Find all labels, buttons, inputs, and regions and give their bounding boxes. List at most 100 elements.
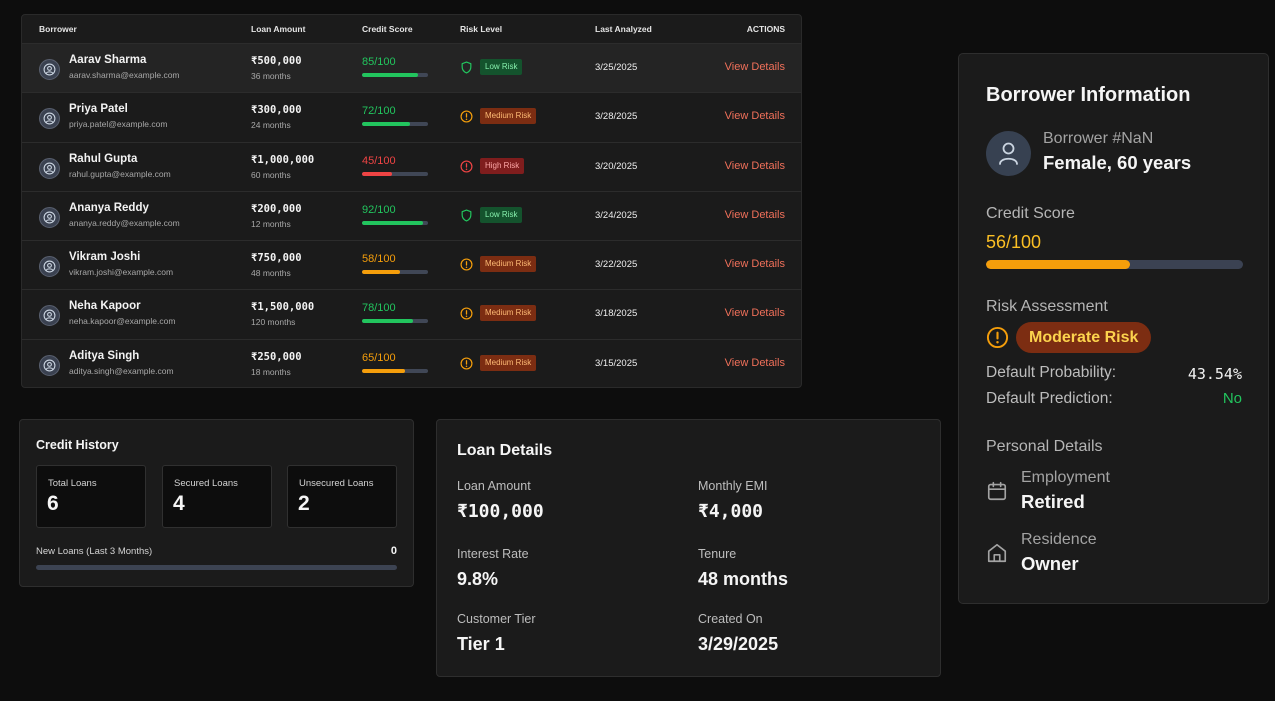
default-prediction-value: No [1222,390,1242,407]
borrower-name: Ananya Reddy [69,201,149,214]
view-details-link[interactable]: View Details [725,160,785,172]
view-details-link[interactable]: View Details [725,209,785,221]
header-borrower[interactable]: Borrower [39,24,77,34]
user-circle-icon [43,260,56,273]
credit-score-fill [362,270,401,275]
user-icon [999,142,1018,165]
stat-label: Total Loans [48,478,97,489]
risk-badge: Medium Risk [480,108,537,125]
stat-value: 2 [298,492,310,515]
header-credit-score[interactable]: Credit Score [362,24,413,34]
alert-circle-icon [460,357,473,370]
employment-label: Employment [1021,469,1110,486]
personal-details-label: Personal Details [986,438,1103,455]
header-loan-amount[interactable]: Loan Amount [251,24,305,34]
customer-tier-label: Customer Tier [457,612,536,626]
credit-score-fill [362,171,392,176]
credit-score-bar [362,220,428,225]
table-row[interactable]: Priya Patel priya.patel@example.com ₹300,0… [22,92,801,141]
risk-badge: Moderate Risk [1016,322,1152,353]
loan-details-title: Loan Details [457,442,553,459]
view-details-link[interactable]: View Details [725,307,785,319]
user-circle-icon [43,211,56,224]
avatar [39,354,60,376]
borrower-number: Borrower #NaN [1043,130,1154,147]
table-row[interactable]: Neha Kapoor neha.kapoor@example.com ₹1,500… [22,289,801,338]
credit-score-bar [362,270,428,275]
calendar-icon [987,481,1007,501]
shield-icon [460,209,473,222]
table-row[interactable]: Aditya Singh aditya.singh@example.com ₹250… [22,338,801,387]
loan-amount-value: ₹100,000 [457,501,544,522]
table-row[interactable]: Ananya Reddy ananya.reddy@example.com ₹200… [22,190,801,240]
loan-amount: ₹250,000 [251,350,302,363]
table-header: Borrower Loan Amount Credit Score Risk L… [22,15,801,43]
loan-amount: ₹750,000 [251,252,302,265]
borrower-name: Priya Patel [69,103,128,116]
shield-icon [460,61,473,74]
borrower-email: ananya.reddy@example.com [69,217,180,228]
stat-value: 6 [47,492,59,515]
loan-details-card: Loan Details Loan Amount ₹100,000 Monthl… [436,419,941,677]
user-circle-icon [43,112,56,125]
residence-label: Residence [1021,531,1097,548]
stat-value: 4 [173,492,185,515]
table-row[interactable]: Aarav Sharma aarav.sharma@example.com ₹500… [22,43,801,93]
credit-score-bar [362,319,428,324]
alert-circle-icon [460,160,473,173]
home-icon [987,543,1007,563]
credit-score: 58/100 [362,253,396,266]
new-loans-value: 0 [390,545,397,557]
borrowers-table: Borrower Loan Amount Credit Score Risk L… [21,14,802,388]
loan-term: 24 months [251,120,291,131]
header-risk-level[interactable]: Risk Level [460,24,502,34]
last-analyzed-date: 3/22/2025 [595,259,638,271]
new-loans-label: New Loans (Last 3 Months) [36,546,153,557]
credit-score-value: 56/100 [986,232,1042,252]
credit-score-bar [362,171,428,176]
loan-amount-label: Loan Amount [457,479,531,493]
avatar [39,256,60,278]
default-probability-value: 43.54% [1187,365,1242,383]
table-row[interactable]: Vikram Joshi vikram.joshi@example.com ₹750… [22,240,801,289]
view-details-link[interactable]: View Details [725,110,785,122]
borrower-email: aarav.sharma@example.com [69,70,180,80]
credit-score-bar [362,73,428,77]
created-on-label: Created On [698,612,763,626]
view-details-link[interactable]: View Details [725,357,785,369]
alert-circle-icon [460,110,473,123]
alert-circle-icon [460,258,473,271]
credit-score-bar [362,368,428,373]
monthly-emi-value: ₹4,000 [698,501,764,522]
credit-history-title: Credit History [36,438,119,452]
credit-history-card: Credit History Total Loans 6 Secured Loa… [19,419,414,587]
loan-term: 36 months [251,71,291,81]
new-loans-progress [36,565,397,570]
header-last-analyzed[interactable]: Last Analyzed [595,24,652,34]
last-analyzed-date: 3/25/2025 [595,62,638,73]
credit-score: 65/100 [362,351,396,364]
credit-score-fill [362,122,410,127]
table-row[interactable]: Rahul Gupta rahul.gupta@example.com ₹1,000… [22,141,801,191]
customer-tier-value: Tier 1 [457,634,505,654]
borrower-email: vikram.joshi@example.com [69,267,174,278]
avatar [39,206,60,228]
created-on-value: 3/29/2025 [698,634,779,654]
secured-loans-stat: Secured Loans 4 [162,465,272,528]
loan-amount: ₹300,000 [251,104,302,117]
avatar [39,157,60,179]
interest-rate-label: Interest Rate [457,547,529,561]
credit-score-label: Credit Score [986,205,1075,222]
risk-badge: High Risk [480,157,525,174]
credit-score: 92/100 [362,203,396,216]
last-analyzed-date: 3/18/2025 [595,308,638,320]
view-details-link[interactable]: View Details [725,61,785,73]
loan-amount: ₹500,000 [251,55,302,67]
view-details-link[interactable]: View Details [725,258,785,270]
loan-amount: ₹1,500,000 [251,301,315,314]
header-actions: ACTIONS [746,24,785,34]
borrower-email: priya.patel@example.com [69,119,168,130]
table-body: Aarav Sharma aarav.sharma@example.com ₹500… [22,43,801,387]
user-circle-icon [43,63,56,76]
borrower-email: aditya.singh@example.com [69,365,174,376]
